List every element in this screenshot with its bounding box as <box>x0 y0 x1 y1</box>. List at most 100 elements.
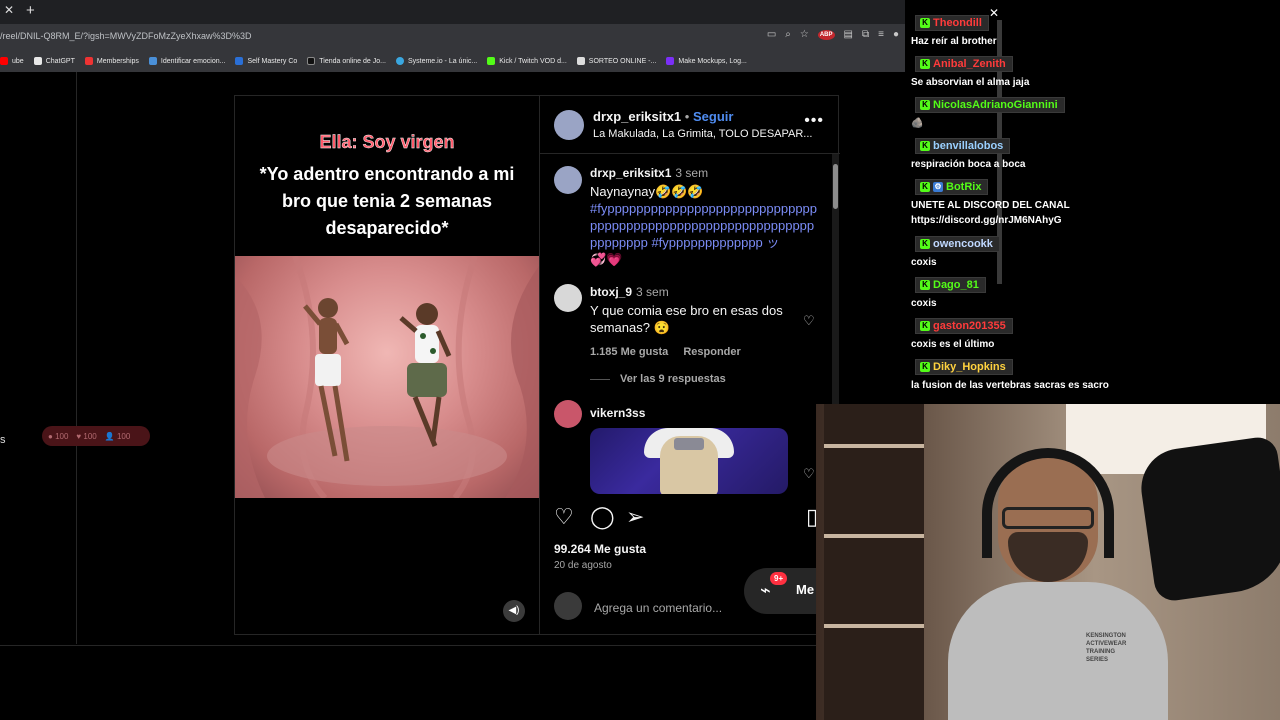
comment-time: 3 sem <box>675 166 709 180</box>
author-username[interactable]: drxp_eriksitx1 <box>593 109 681 124</box>
kick-badge-icon: K <box>920 141 930 151</box>
reply-button[interactable]: Responder <box>683 346 740 358</box>
bookmark[interactable]: ChatGPT <box>33 57 75 65</box>
chat-text: la fusion de las vertebras sacras es sac… <box>911 380 1109 391</box>
bookmark[interactable]: ube <box>0 57 24 65</box>
bookshelf <box>824 404 924 720</box>
like-comment-icon[interactable]: ♡ <box>803 466 815 482</box>
media-icon[interactable]: ≡ <box>878 29 884 40</box>
stats-overlay: ● 100 ♥ 100 👤 100 <box>42 426 150 446</box>
bookmark[interactable]: SORTEO ONLINE -... <box>576 57 656 65</box>
reel-side-panel: drxp_eriksitx1 • Seguir La Makulada, La … <box>539 96 840 634</box>
like-comment-icon[interactable]: ♡ <box>803 313 815 329</box>
separator-dot: • <box>684 109 690 124</box>
adblock-icon[interactable]: ABP <box>817 29 835 40</box>
chatgpt-icon <box>33 57 42 65</box>
sorteo-icon <box>576 57 585 65</box>
video-frame <box>235 256 539 498</box>
add-comment-input[interactable]: Agrega un comentario... <box>594 601 722 615</box>
messages-badge: 9+ <box>770 572 788 585</box>
url-text[interactable]: /reel/DNIL-Q8RM_E/?igsh=MWVyZDFoMzZyeXhx… <box>0 31 251 41</box>
likes-count[interactable]: 99.264 Me gusta <box>554 542 646 556</box>
share-icon[interactable]: ➢ <box>626 504 644 530</box>
comment-gif[interactable] <box>590 428 788 494</box>
bookmark[interactable]: Tienda online de Jo... <box>307 57 386 65</box>
hashtag-link[interactable]: #fyppppppppppppppppppppppppppppppppppppp… <box>590 201 817 250</box>
user-count-icon: 👤 100 <box>104 431 131 441</box>
bookmark-icon <box>0 57 8 65</box>
volume-icon[interactable]: ◀) <box>503 600 525 622</box>
chat-text: Haz reír al brother <box>911 36 997 47</box>
avatar <box>554 592 582 620</box>
reel-actions: ♡ ◯ ➢ ▯ 99.264 Me gusta 20 de agosto Agr… <box>540 494 840 634</box>
bookmark[interactable]: Make Mockups, Log... <box>666 57 747 65</box>
chat-username: Theondill <box>933 17 982 29</box>
chat-username: Anibal_Zenith <box>933 58 1006 70</box>
view-replies-button[interactable]: Ver las 9 respuestas <box>590 373 726 385</box>
cast-icon[interactable]: ▭ <box>767 29 776 40</box>
bookmark[interactable]: Memberships <box>84 57 139 65</box>
hoodie-print: KENSINGTON ACTIVEWEAR TRAINING SERIES <box>1086 633 1127 663</box>
edge-text: s <box>0 434 6 446</box>
zoom-icon[interactable]: ⌕ <box>785 29 791 40</box>
avatar[interactable] <box>554 400 582 428</box>
heart-count-icon: ♥ 100 <box>76 431 97 441</box>
bookmark[interactable]: Self Mastery Co <box>235 57 297 65</box>
store-icon <box>307 57 316 65</box>
chat-message: Kgaston201355 coxis es el último <box>911 315 1013 352</box>
chat-text: respiración boca a boca <box>911 159 1026 170</box>
chat-username: NicolasAdrianoGiannini <box>933 99 1058 111</box>
kick-badge-icon: K <box>920 239 930 249</box>
comment-username[interactable]: vikern3ss <box>590 406 645 420</box>
star-icon[interactable]: ☆ <box>800 29 809 40</box>
selfmastery-icon <box>235 57 244 65</box>
comment-username[interactable]: drxp_eriksitx1 3 sem <box>590 166 708 180</box>
memberships-icon <box>84 57 93 65</box>
profile-icon[interactable]: ● <box>893 29 899 40</box>
comment-text: Naynaynay🤣🤣🤣 #fypppppppppppppppppppppppp… <box>590 184 818 267</box>
video-scene <box>235 256 539 498</box>
puzzle-icon[interactable]: ⧉ <box>862 29 869 40</box>
post-date: 20 de agosto <box>554 560 612 571</box>
reel-video[interactable]: Ella: Soy virgen *Yo adentro encontrando… <box>235 96 539 634</box>
comments-list[interactable]: drxp_eriksitx1 3 sem Naynaynay🤣🤣🤣 #fypppp… <box>540 154 830 494</box>
avatar[interactable] <box>554 166 582 194</box>
extension-icon[interactable]: ▤ <box>844 29 853 40</box>
chat-username: benvillalobos <box>933 140 1004 152</box>
address-bar[interactable]: /reel/DNIL-Q8RM_E/?igsh=MWVyZDFoMzZyeXhx… <box>0 24 905 50</box>
chat-message: Kowencookk coxis <box>911 233 1000 270</box>
systeme-icon <box>395 57 404 65</box>
bookmark[interactable]: Kick / Twitch VOD d... <box>487 57 567 65</box>
avatar[interactable] <box>554 284 582 312</box>
chat-message: K NicolasAdrianoGiannini 🪨 <box>911 94 1065 131</box>
more-options-icon[interactable]: ••• <box>804 112 824 130</box>
chat-username: Diky_Hopkins <box>933 361 1006 373</box>
kick-badge-icon: K <box>920 321 930 331</box>
new-tab-icon[interactable]: + <box>26 2 35 19</box>
bot-badge-icon: ⚙ <box>933 182 943 192</box>
comment-likes[interactable]: 1.185 Me gusta <box>590 346 668 358</box>
webcam-feed: KENSINGTON ACTIVEWEAR TRAINING SERIES <box>816 404 1280 720</box>
instagram-page: s ● 100 ♥ 100 👤 100 Ella: Soy virgen *Yo… <box>0 72 905 720</box>
chat-text: coxis <box>911 257 937 268</box>
like-icon[interactable]: ♡ <box>554 504 574 530</box>
chat-username: BotRix <box>946 181 982 193</box>
audio-name[interactable]: La Makulada, La Grimita, TOLO DESAPAR... <box>593 128 812 140</box>
chat-message: K Anibal_Zenith Se absorvian el alma jaja <box>911 53 1029 90</box>
kick-badge-icon: K <box>920 182 930 192</box>
comment-meta: 1.185 Me gusta Responder <box>590 346 741 358</box>
follow-button[interactable]: Seguir <box>693 109 733 124</box>
comment-icon[interactable]: ◯ <box>590 504 615 530</box>
replies-line <box>590 378 610 380</box>
close-tab-icon[interactable]: ✕ <box>4 3 14 17</box>
bookmark[interactable]: Systeme.io - La únic... <box>395 57 477 65</box>
scrollbar-thumb[interactable] <box>833 164 838 209</box>
video-caption: Ella: Soy virgen *Yo adentro encontrando… <box>235 132 539 242</box>
chat-message: Kbenvillalobos respiración boca a boca <box>911 135 1026 172</box>
avatar[interactable] <box>554 110 584 140</box>
comment-username[interactable]: btoxj_9 3 sem <box>590 285 669 299</box>
page-divider <box>0 645 816 646</box>
mockups-icon <box>666 57 675 65</box>
bookmark[interactable]: Identificar emocion... <box>148 57 225 65</box>
emotion-icon <box>148 57 157 65</box>
